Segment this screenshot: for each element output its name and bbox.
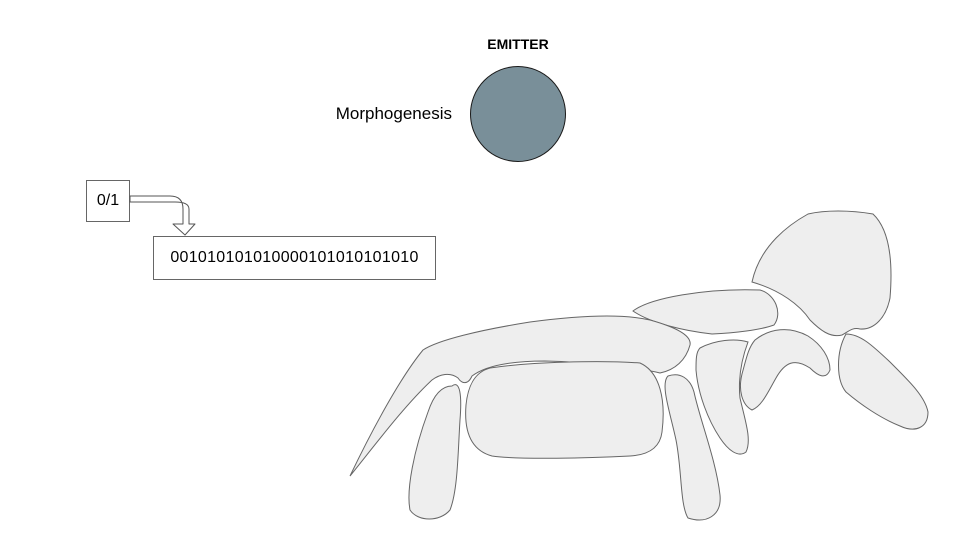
figure-hind-limb-lower [838,333,929,430]
diagram-canvas [129,195,929,521]
figure-main-body [465,361,664,459]
figure-hind-limb-upper [739,329,831,411]
figure-front-leg [408,384,462,520]
animal-figure [349,210,929,521]
bent-arrow-connector [129,195,196,236]
